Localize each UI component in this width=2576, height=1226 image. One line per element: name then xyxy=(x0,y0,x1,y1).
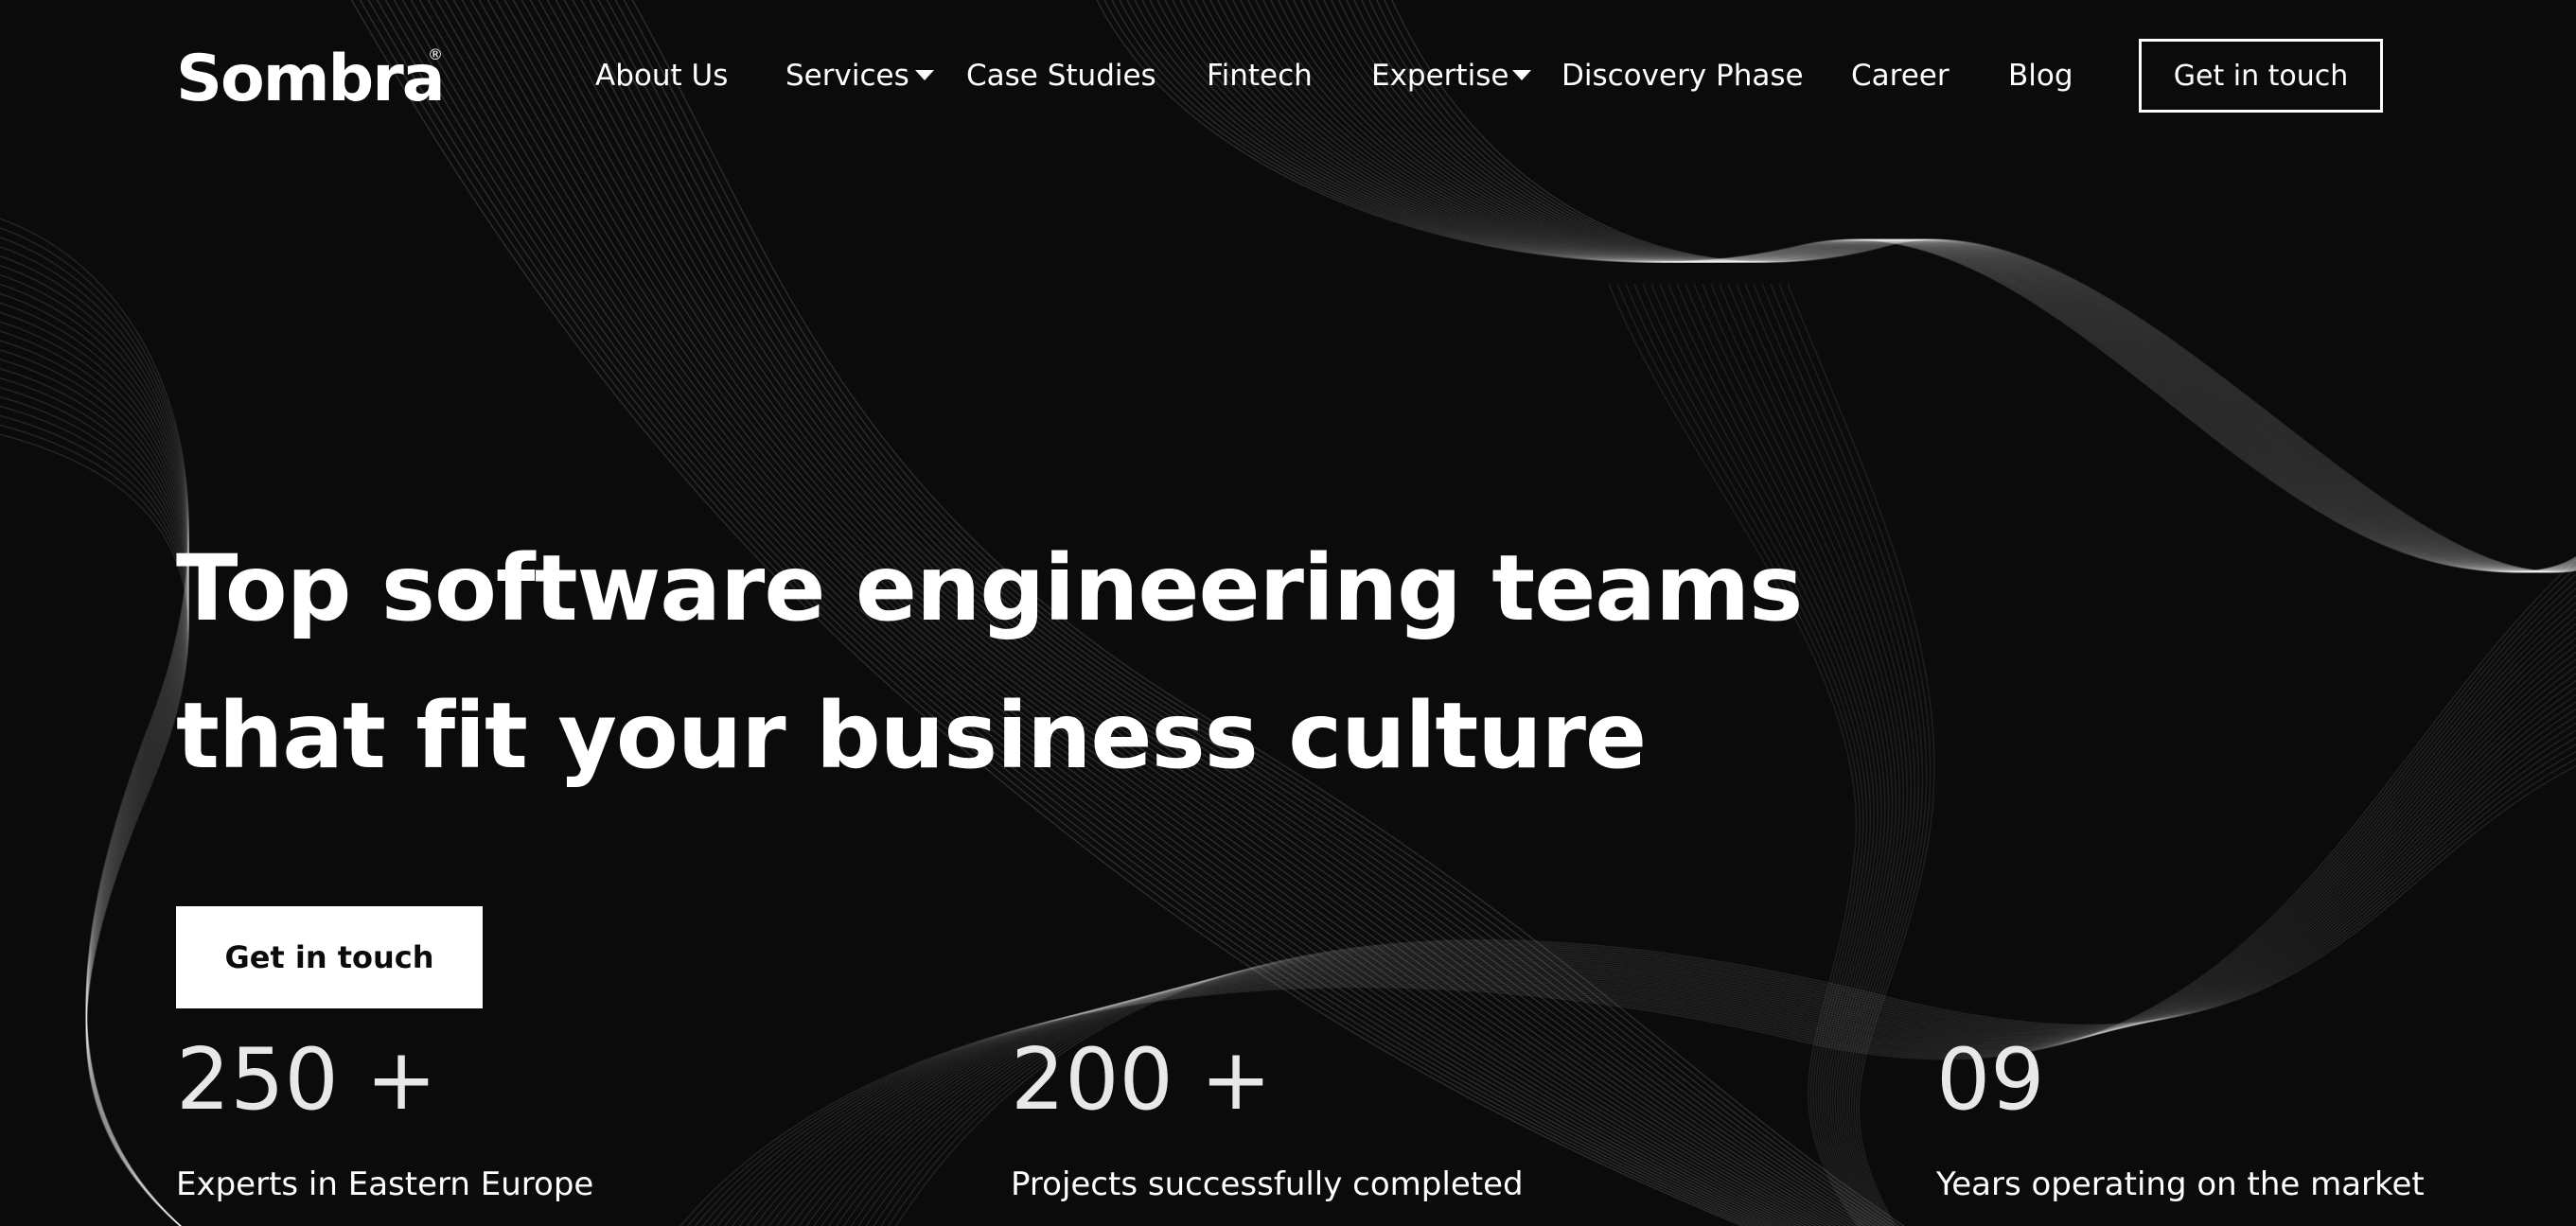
nav-item-blog[interactable]: Blog xyxy=(2008,55,2073,96)
wave-line xyxy=(1787,283,1935,1226)
wave-line xyxy=(1710,283,1901,1226)
wave-line xyxy=(723,602,2576,1226)
hero-headline-line-2: that fit your business culture xyxy=(176,683,1647,789)
wave-line xyxy=(880,750,2576,1226)
wave-line xyxy=(1693,283,1894,1226)
stat-label-projects: Projects successfully completed xyxy=(1011,1165,1524,1203)
caret-down-icon[interactable] xyxy=(915,70,934,80)
wave-line xyxy=(1331,0,2576,573)
wave-line xyxy=(1368,0,2576,573)
registered-mark: ® xyxy=(428,45,443,63)
wave-line xyxy=(1338,0,2576,573)
hero-headline-line-1: Top software engineering teams xyxy=(176,535,1803,641)
wave-line xyxy=(1616,283,1861,1226)
sombra-logo[interactable]: Sombra xyxy=(176,42,446,117)
wave-line xyxy=(1761,283,1924,1226)
wave-line xyxy=(1375,0,2576,573)
wave-line xyxy=(1346,0,2576,573)
nav-item-about-us[interactable]: About Us xyxy=(595,55,728,96)
nav-item-discovery-phase[interactable]: Discovery Phase xyxy=(1561,55,1804,96)
stat-value-projects: 200 + xyxy=(1011,1030,1272,1130)
stat-label-experts: Experts in Eastern Europe xyxy=(176,1165,594,1203)
stat-value-years: 09 xyxy=(1936,1030,2045,1130)
nav-item-case-studies[interactable]: Case Studies xyxy=(966,55,1156,96)
caret-down-icon[interactable] xyxy=(1512,70,1531,80)
wave-line xyxy=(1633,283,1868,1226)
wave-line xyxy=(1778,283,1932,1226)
hero-get-in-touch-button[interactable]: Get in touch xyxy=(176,906,483,1008)
stat-label-years: Years operating on the market xyxy=(1936,1165,2425,1203)
wave-line xyxy=(1384,0,2576,573)
header-get-in-touch-button[interactable]: Get in touch xyxy=(2139,39,2383,113)
nav-item-fintech[interactable]: Fintech xyxy=(1207,55,1313,96)
nav-item-expertise[interactable]: Expertise xyxy=(1371,55,1509,96)
stat-value-experts: 250 + xyxy=(176,1030,437,1130)
nav-item-services[interactable]: Services xyxy=(785,55,909,96)
wave-line xyxy=(1361,0,2576,573)
nav-item-career[interactable]: Career xyxy=(1851,55,1950,96)
wave-line xyxy=(1353,0,2576,573)
